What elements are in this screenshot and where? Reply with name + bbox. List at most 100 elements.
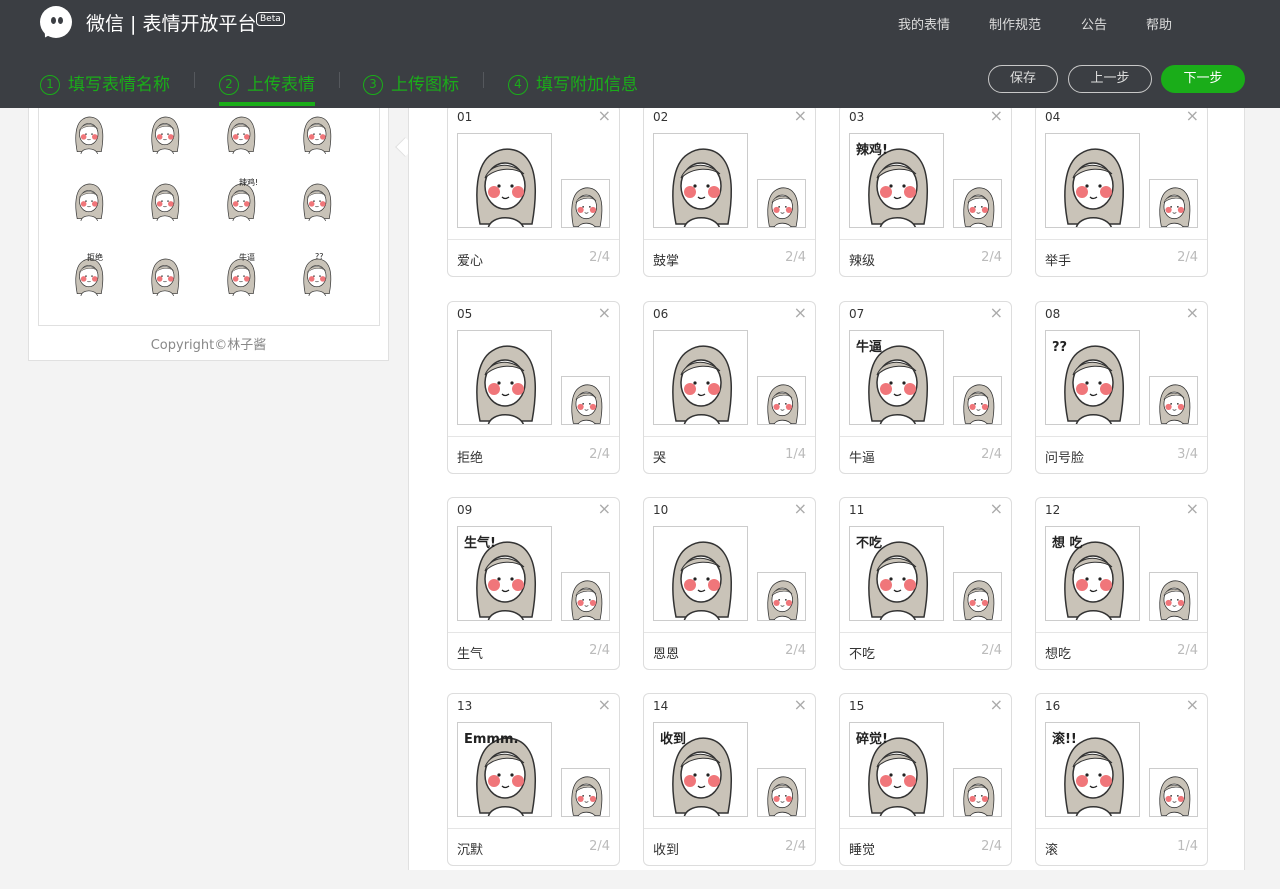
sticker-card[interactable]: 07 × 牛逼 牛逼 2/4: [839, 301, 1012, 474]
sticker-thumbnail[interactable]: [757, 572, 806, 621]
sticker-thumbnail[interactable]: [1149, 572, 1198, 621]
sticker-thumbnail[interactable]: [561, 572, 610, 621]
close-icon[interactable]: ×: [1186, 108, 1199, 125]
sticker-thumbnail[interactable]: [757, 179, 806, 228]
sticker-meta: 举手 2/4: [1036, 239, 1207, 277]
sticker-card[interactable]: 16 × 滚!! 滚 1/4: [1035, 693, 1208, 866]
close-icon[interactable]: ×: [990, 108, 1003, 125]
close-icon[interactable]: ×: [794, 695, 807, 714]
nav-announcements[interactable]: 公告: [1081, 14, 1107, 33]
preview-sticker: [67, 110, 107, 155]
close-icon[interactable]: ×: [794, 108, 807, 125]
sticker-name[interactable]: 鼓掌: [653, 250, 679, 269]
step-3[interactable]: 3 上传图标: [363, 70, 459, 106]
sticker-name[interactable]: 想吃: [1045, 643, 1071, 662]
sticker-main-image[interactable]: 牛逼: [849, 330, 944, 425]
sticker-main-image[interactable]: 生气!: [457, 526, 552, 621]
sticker-card[interactable]: 03 × 辣鸡! 辣级 2/4: [839, 108, 1012, 277]
sticker-thumbnail[interactable]: [757, 376, 806, 425]
sticker-main-image[interactable]: [457, 133, 552, 228]
sticker-card[interactable]: 12 × 想 吃想吃 2/4: [1035, 497, 1208, 670]
sticker-card[interactable]: 11 × 不吃 不吃 2/4: [839, 497, 1012, 670]
sticker-card[interactable]: 05 × 拒绝 2/4: [447, 301, 620, 474]
close-icon[interactable]: ×: [794, 303, 807, 322]
save-button[interactable]: 保存: [988, 65, 1058, 93]
sticker-main-image[interactable]: 滚!!: [1045, 722, 1140, 817]
sticker-name[interactable]: 问号脸: [1045, 447, 1084, 466]
close-icon[interactable]: ×: [598, 108, 611, 125]
sticker-name[interactable]: 沉默: [457, 839, 483, 858]
sticker-thumbnail[interactable]: [953, 768, 1002, 817]
sticker-name[interactable]: 哭: [653, 447, 666, 466]
sticker-card[interactable]: 08 ×?? 问号脸 3/4: [1035, 301, 1208, 474]
sticker-main-image[interactable]: 想 吃: [1045, 526, 1140, 621]
sticker-page-indicator: 2/4: [589, 643, 610, 658]
sticker-card[interactable]: 02 × 鼓掌 2/4: [643, 108, 816, 277]
sticker-thumbnail[interactable]: [757, 768, 806, 817]
sticker-thumbnail[interactable]: [561, 768, 610, 817]
sticker-meta: 拒绝 2/4: [448, 436, 619, 474]
sticker-name[interactable]: 辣级: [849, 250, 875, 269]
sticker-thumbnail[interactable]: [953, 376, 1002, 425]
close-icon[interactable]: ×: [1186, 695, 1199, 714]
close-icon[interactable]: ×: [598, 695, 611, 714]
sticker-thumbnail[interactable]: [953, 179, 1002, 228]
preview-sticker: [219, 110, 259, 155]
sticker-card[interactable]: 06 × 哭 1/4: [643, 301, 816, 474]
sticker-main-image[interactable]: [1045, 133, 1140, 228]
sticker-card[interactable]: 14 × 收到 收到 2/4: [643, 693, 816, 866]
step-1[interactable]: 1 填写表情名称: [40, 70, 170, 106]
wechat-logo-icon[interactable]: [40, 6, 72, 40]
sticker-name[interactable]: 拒绝: [457, 447, 483, 466]
close-icon[interactable]: ×: [598, 303, 611, 322]
close-icon[interactable]: ×: [990, 499, 1003, 518]
sticker-thumbnail[interactable]: [561, 179, 610, 228]
sticker-main-image[interactable]: Emmm.: [457, 722, 552, 817]
sticker-name[interactable]: 举手: [1045, 250, 1071, 269]
sticker-name[interactable]: 不吃: [849, 643, 875, 662]
close-icon[interactable]: ×: [598, 499, 611, 518]
sticker-card[interactable]: 15 × 碎觉! 睡觉 2/4: [839, 693, 1012, 866]
sticker-thumbnail[interactable]: [1149, 768, 1198, 817]
sticker-main-image[interactable]: [653, 330, 748, 425]
sticker-main-image[interactable]: 辣鸡!: [849, 133, 944, 228]
sticker-name[interactable]: 恩恩: [653, 643, 679, 662]
sticker-name[interactable]: 生气: [457, 643, 483, 662]
sticker-thumbnail[interactable]: [1149, 376, 1198, 425]
close-icon[interactable]: ×: [990, 303, 1003, 322]
nav-guidelines[interactable]: 制作规范: [989, 14, 1041, 33]
sticker-name[interactable]: 爱心: [457, 250, 483, 269]
sticker-thumbnail[interactable]: [953, 572, 1002, 621]
svg-text:收到: 收到: [660, 731, 686, 747]
sticker-main-image[interactable]: ??: [1045, 330, 1140, 425]
step-4[interactable]: 4 填写附加信息: [508, 70, 638, 106]
sticker-meta: 睡觉 2/4: [840, 828, 1011, 866]
close-icon[interactable]: ×: [1186, 303, 1199, 322]
close-icon[interactable]: ×: [990, 695, 1003, 714]
sticker-main-image[interactable]: 不吃: [849, 526, 944, 621]
close-icon[interactable]: ×: [1186, 499, 1199, 518]
step-2[interactable]: 2 上传表情: [219, 70, 315, 106]
next-step-button[interactable]: 下一步: [1161, 65, 1245, 93]
nav-my-stickers[interactable]: 我的表情: [898, 14, 950, 33]
close-icon[interactable]: ×: [794, 499, 807, 518]
sticker-card[interactable]: 04 × 举手 2/4: [1035, 108, 1208, 277]
sticker-main-image[interactable]: 收到: [653, 722, 748, 817]
sticker-thumbnail[interactable]: [1149, 179, 1198, 228]
sticker-name[interactable]: 收到: [653, 839, 679, 858]
sticker-main-image[interactable]: 碎觉!: [849, 722, 944, 817]
sticker-card[interactable]: 10 × 恩恩 2/4: [643, 497, 816, 670]
sticker-card[interactable]: 13 × Emmm. 沉默 2/4: [447, 693, 620, 866]
sticker-card[interactable]: 01 × 爱心 2/4: [447, 108, 620, 277]
previous-step-button[interactable]: 上一步: [1068, 65, 1152, 93]
sticker-card[interactable]: 09 × 生气! 生气 2/4: [447, 497, 620, 670]
sticker-thumbnail[interactable]: [561, 376, 610, 425]
sticker-main-image[interactable]: [457, 330, 552, 425]
sticker-name[interactable]: 牛逼: [849, 447, 875, 466]
svg-text:辣鸡!: 辣鸡!: [856, 142, 888, 158]
sticker-name[interactable]: 滚: [1045, 839, 1058, 858]
sticker-main-image[interactable]: [653, 526, 748, 621]
sticker-name[interactable]: 睡觉: [849, 839, 875, 858]
nav-help[interactable]: 帮助: [1146, 14, 1172, 33]
sticker-main-image[interactable]: [653, 133, 748, 228]
